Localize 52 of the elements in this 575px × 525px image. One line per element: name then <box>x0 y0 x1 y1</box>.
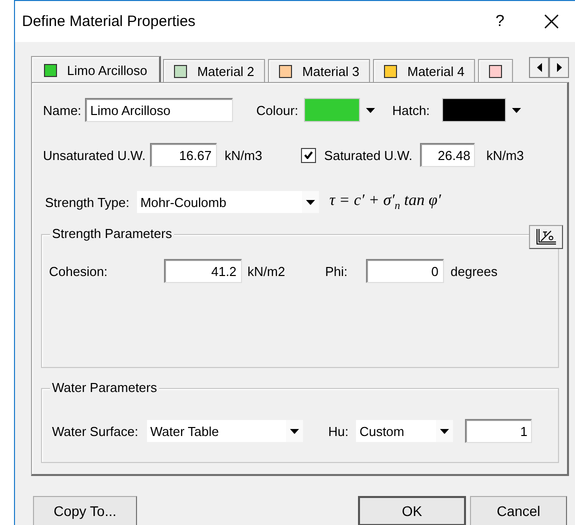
tab[interactable]: Material 3 <box>268 59 370 82</box>
field-label: Saturated U.W. <box>324 148 412 162</box>
right-arrow-icon <box>556 63 562 72</box>
dropdown-arrow-icon <box>290 428 300 434</box>
input-field[interactable]: 1 <box>465 419 532 443</box>
field-label: Unsaturated U.W. <box>43 148 146 162</box>
dropdown[interactable]: Mohr-Coulomb <box>137 191 320 213</box>
input-field[interactable]: 41.2 <box>164 259 242 283</box>
cancel-button[interactable]: Cancel <box>470 496 567 525</box>
field-label: Hatch: <box>392 102 430 118</box>
field-label: Name: <box>43 102 82 118</box>
checkbox[interactable] <box>301 148 316 162</box>
field-label: Water Surface: <box>52 424 138 438</box>
dropdown[interactable]: Water Table <box>147 420 304 442</box>
dropdown-arrow-icon <box>440 428 450 434</box>
window-title: Define Material Properties <box>22 13 196 30</box>
dropdown[interactable]: Custom <box>356 420 454 442</box>
field-label: Phi: <box>325 264 348 278</box>
hatch-swatch[interactable] <box>442 98 506 122</box>
group-title: Water Parameters <box>52 380 157 395</box>
left-arrow-icon <box>536 63 542 72</box>
tab[interactable]: Material 2 <box>163 59 266 82</box>
close-icon[interactable] <box>544 14 559 29</box>
tab[interactable]: Material 4 <box>373 59 476 82</box>
colour-swatch[interactable] <box>304 98 360 122</box>
input-field[interactable]: 0 <box>366 259 444 283</box>
copy-to-button[interactable]: Copy To... <box>33 496 137 525</box>
help-button[interactable]: ? <box>490 12 510 30</box>
unit-label: kN/m2 <box>248 264 286 278</box>
tab[interactable] <box>478 59 514 82</box>
dropdown-arrow-icon <box>306 200 316 204</box>
formula: τ = c′ + σ′$_{n}$ tan φ′ <box>329 192 441 212</box>
chart-button[interactable] <box>529 225 563 249</box>
field-label: Hu: <box>328 424 348 438</box>
ok-button[interactable]: OK <box>358 496 466 525</box>
input-field[interactable]: 26.48 <box>420 143 476 167</box>
field-label: Strength Type: <box>45 194 130 210</box>
unit-label: degrees <box>450 264 498 278</box>
input-field[interactable]: Limo Arcilloso <box>85 98 234 122</box>
field-label: Cohesion: <box>49 264 108 278</box>
group-title: Strength Parameters <box>52 226 172 241</box>
scroll-right-button[interactable] <box>549 57 569 78</box>
field-label: Colour: <box>256 102 298 118</box>
tab[interactable]: Limo Arcilloso <box>31 56 162 82</box>
unit-label: kN/m3 <box>486 148 524 162</box>
dropdown-arrow-icon <box>366 108 376 112</box>
graph-icon <box>535 228 557 246</box>
scroll-left-button[interactable] <box>529 57 549 78</box>
unit-label: kN/m3 <box>224 148 262 162</box>
dropdown-arrow-icon <box>512 108 521 112</box>
input-field[interactable]: 16.67 <box>150 143 217 167</box>
check-icon <box>304 151 314 159</box>
